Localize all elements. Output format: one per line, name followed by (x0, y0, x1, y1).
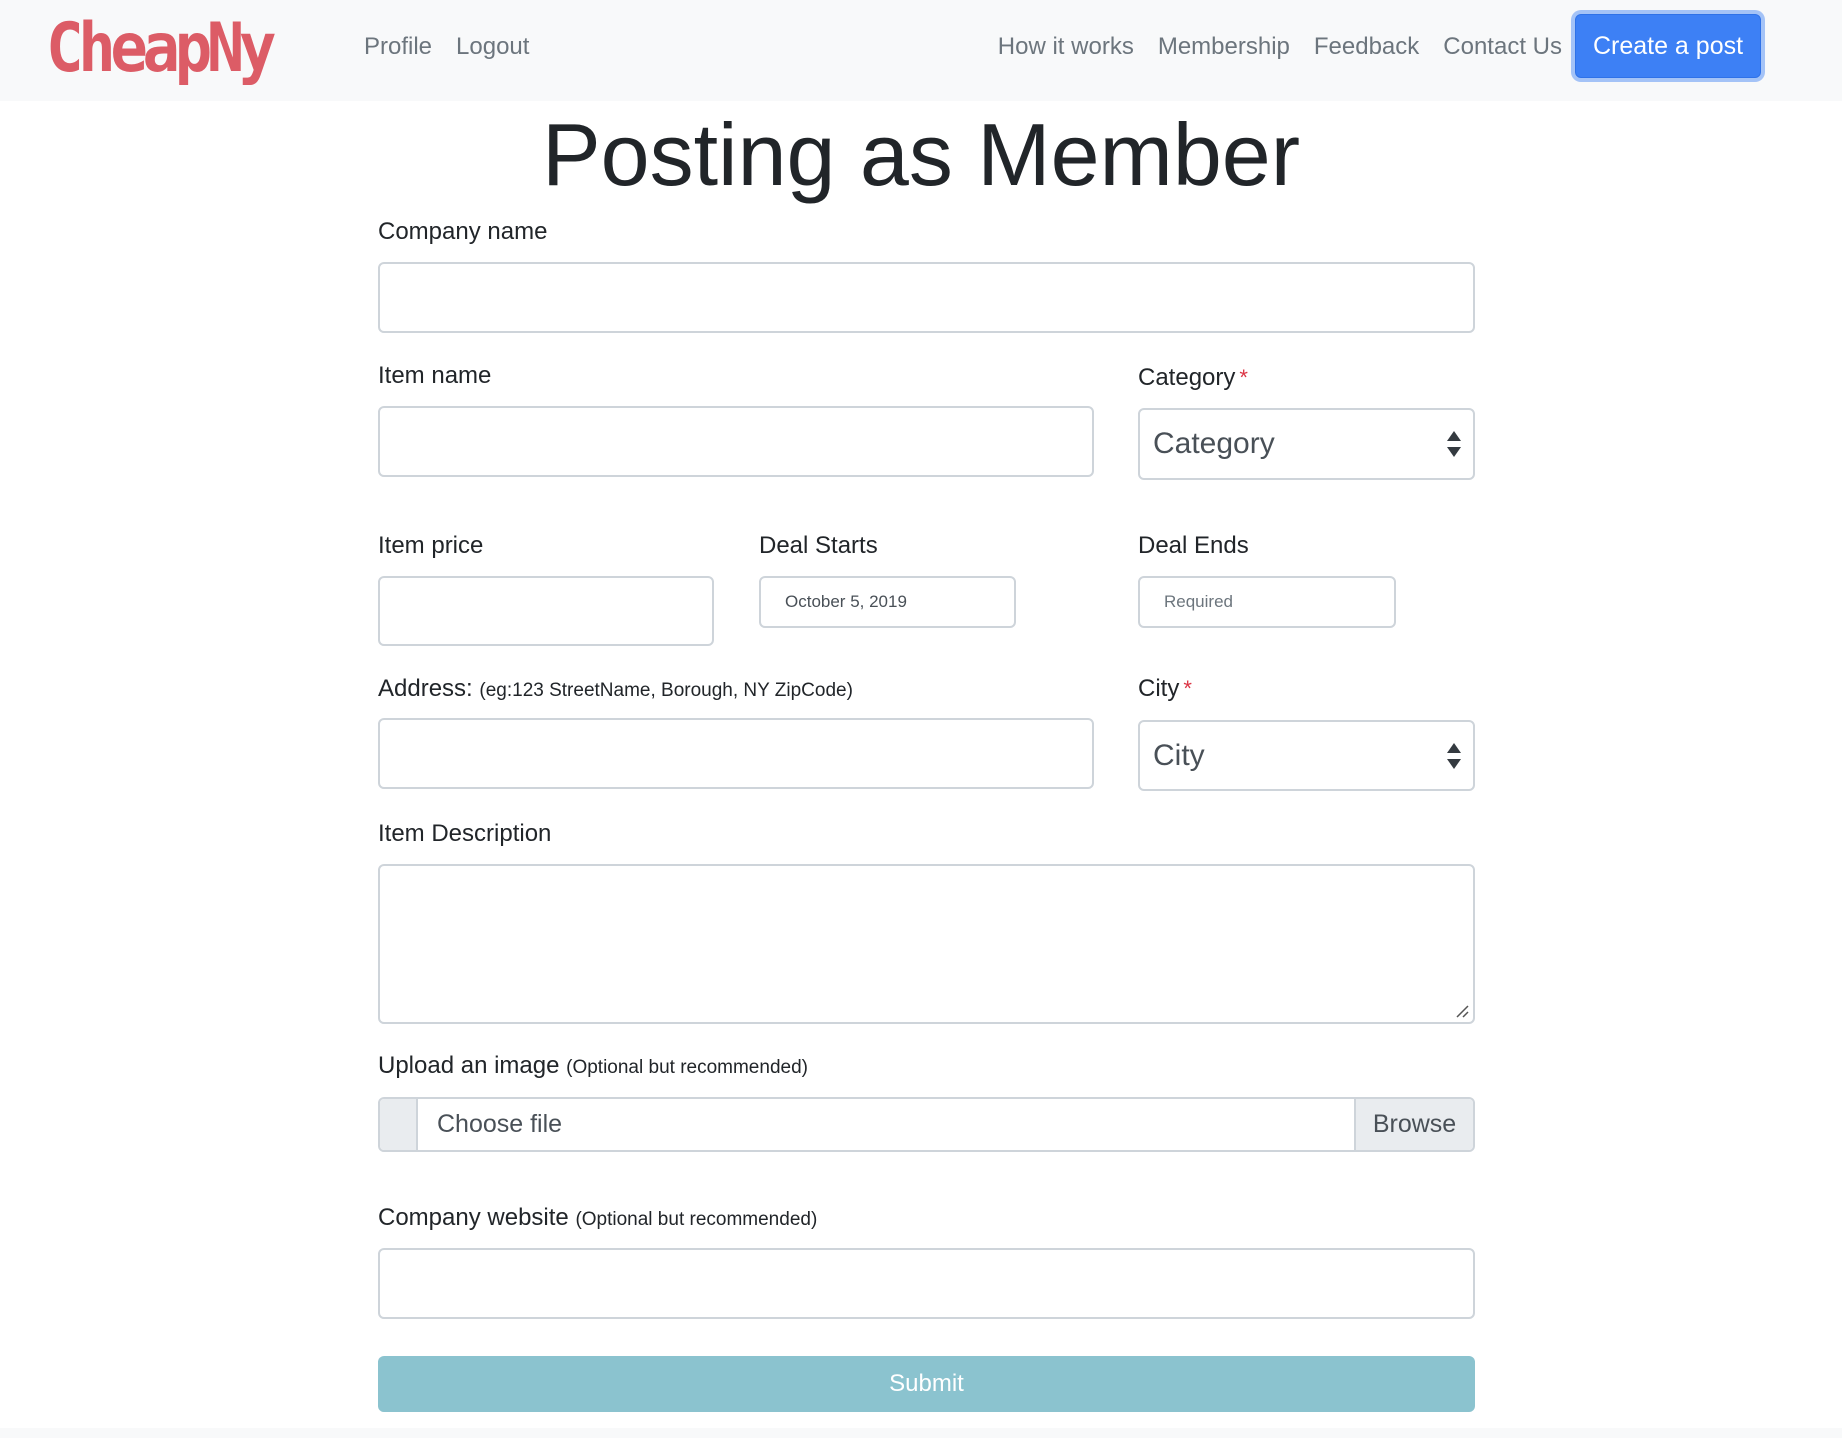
nav-how-it-works-link[interactable]: How it works (998, 30, 1134, 64)
nav-left: Profile Logout (364, 30, 529, 64)
deal-starts-input[interactable]: October 5, 2019 (759, 576, 1016, 628)
nav-feedback-link[interactable]: Feedback (1314, 30, 1419, 64)
category-select[interactable]: Category (1138, 408, 1475, 480)
deal-starts-label: Deal Starts (759, 532, 878, 559)
nav-logout-link[interactable]: Logout (456, 30, 529, 64)
nav-contact-us-link[interactable]: Contact Us (1443, 30, 1562, 64)
nav-profile-link[interactable]: Profile (364, 30, 432, 64)
city-select[interactable]: City (1138, 720, 1475, 791)
required-mark: * (1239, 365, 1248, 390)
address-label: Address: (eg:123 StreetName, Borough, NY… (378, 673, 853, 707)
item-price-label: Item price (378, 532, 484, 559)
create-post-button[interactable]: Create a post (1575, 14, 1761, 78)
upload-label-text: Upload an image (378, 1052, 560, 1079)
city-label-text: City (1138, 675, 1180, 702)
choose-file-text[interactable]: Choose file (437, 1099, 562, 1150)
navbar: CheapNy Profile Logout How it works Memb… (0, 0, 1842, 101)
category-label: Category * (1138, 362, 1248, 394)
brand-logo[interactable]: CheapNy (46, 4, 277, 94)
company-name-input[interactable] (378, 262, 1475, 333)
browse-button[interactable]: Browse (1354, 1099, 1473, 1150)
item-price-input[interactable] (378, 576, 714, 646)
website-label: Company website (Optional but recommende… (378, 1202, 817, 1236)
description-textarea[interactable] (378, 864, 1475, 1024)
up-down-arrows-icon (1447, 742, 1461, 769)
address-label-text: Address: (378, 675, 473, 702)
item-name-label: Item name (378, 362, 492, 389)
category-selected-value: Category (1153, 427, 1275, 460)
company-name-label: Company name (378, 218, 548, 245)
up-down-arrows-icon (1447, 431, 1461, 457)
description-label: Item Description (378, 820, 552, 847)
nav-right: How it works Membership Feedback Contact… (998, 30, 1562, 64)
city-label: City * (1138, 673, 1192, 705)
address-hint: (eg:123 StreetName, Borough, NY ZipCode) (479, 680, 853, 701)
page-title: Posting as Member (541, 105, 1301, 204)
address-input[interactable] (378, 718, 1094, 789)
website-label-text: Company website (378, 1204, 569, 1231)
deal-ends-input[interactable]: Required (1138, 576, 1396, 628)
required-mark: * (1183, 676, 1192, 701)
item-name-input[interactable] (378, 406, 1094, 477)
category-label-text: Category (1138, 364, 1236, 391)
city-selected-value: City (1153, 738, 1205, 772)
company-website-input[interactable] (378, 1248, 1475, 1319)
website-hint: (Optional but recommended) (575, 1209, 818, 1230)
upload-label: Upload an image (Optional but recommende… (378, 1050, 808, 1084)
deal-ends-label: Deal Ends (1138, 532, 1249, 559)
upload-hint: (Optional but recommended) (566, 1057, 808, 1078)
resize-grip-icon[interactable] (1453, 1002, 1469, 1018)
submit-button[interactable]: Submit (378, 1356, 1475, 1412)
footer-strip (0, 1428, 1842, 1438)
file-upload-input[interactable]: Choose file Browse (378, 1097, 1475, 1152)
file-prefix (380, 1099, 418, 1150)
nav-membership-link[interactable]: Membership (1158, 30, 1290, 64)
